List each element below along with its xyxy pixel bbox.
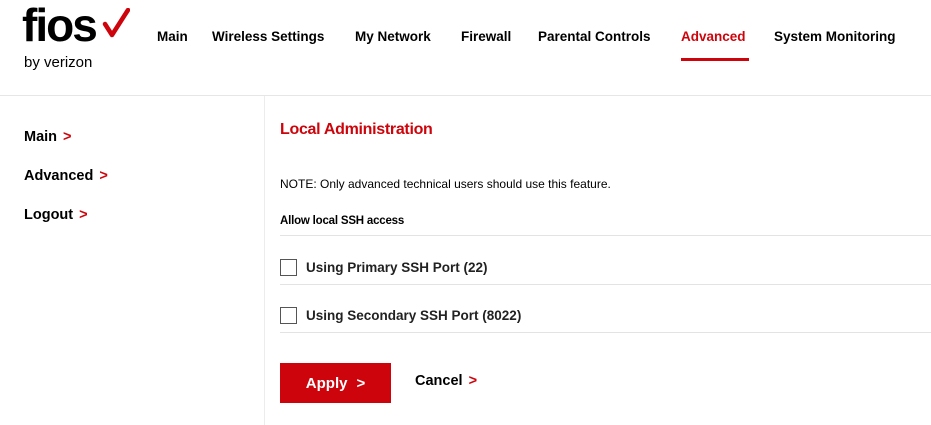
warning-note: NOTE: Only advanced technical users shou… [280, 177, 611, 191]
checkmark-icon [102, 8, 130, 38]
nav-item-firewall[interactable]: Firewall [461, 29, 511, 44]
cancel-button[interactable]: Cancel > [415, 373, 477, 389]
nav-item-parental-controls[interactable]: Parental Controls [538, 29, 651, 44]
sidebar-item-label: Advanced [24, 168, 94, 184]
divider [280, 332, 931, 333]
fios-logo[interactable]: fios by verizon [22, 2, 132, 76]
sidebar-divider [264, 96, 265, 425]
nav-item-system-monitoring[interactable]: System Monitoring [774, 29, 896, 44]
nav-item-main[interactable]: Main [157, 29, 188, 44]
nav-item-wireless-settings[interactable]: Wireless Settings [212, 29, 324, 44]
nav-item-advanced[interactable]: Advanced [681, 29, 746, 44]
logo-wordmark: fios [22, 0, 98, 51]
chevron-right-icon: > [468, 373, 478, 389]
divider [280, 235, 931, 236]
chevron-right-icon: > [356, 374, 366, 392]
chevron-right-icon: > [63, 129, 72, 145]
sidebar-item-label: Main [24, 129, 58, 145]
secondary-ssh-checkbox[interactable] [280, 307, 297, 324]
active-tab-indicator [681, 58, 749, 61]
apply-button-label: Apply [305, 374, 348, 392]
sidebar-item-main[interactable]: Main > [24, 129, 72, 145]
primary-ssh-option[interactable]: Using Primary SSH Port (22) [280, 259, 488, 276]
ssh-access-heading: Allow local SSH access [280, 215, 405, 227]
secondary-ssh-option[interactable]: Using Secondary SSH Port (8022) [280, 307, 521, 324]
apply-button[interactable]: Apply > [280, 363, 391, 403]
chevron-right-icon: > [79, 207, 88, 223]
sidebar-item-advanced[interactable]: Advanced > [24, 168, 108, 184]
divider [280, 284, 931, 285]
logo-tagline: by verizon [24, 54, 93, 71]
primary-ssh-label: Using Primary SSH Port (22) [306, 260, 488, 275]
sidebar-item-label: Logout [24, 207, 74, 223]
secondary-ssh-label: Using Secondary SSH Port (8022) [306, 308, 522, 323]
chevron-right-icon: > [99, 168, 108, 184]
top-header: fios by verizon Main Wireless Settings M… [0, 0, 931, 96]
nav-item-my-network[interactable]: My Network [355, 29, 431, 44]
cancel-button-label: Cancel [415, 373, 463, 389]
primary-ssh-checkbox[interactable] [280, 259, 297, 276]
page-title: Local Administration [280, 121, 433, 138]
sidebar-item-logout[interactable]: Logout > [24, 207, 88, 223]
